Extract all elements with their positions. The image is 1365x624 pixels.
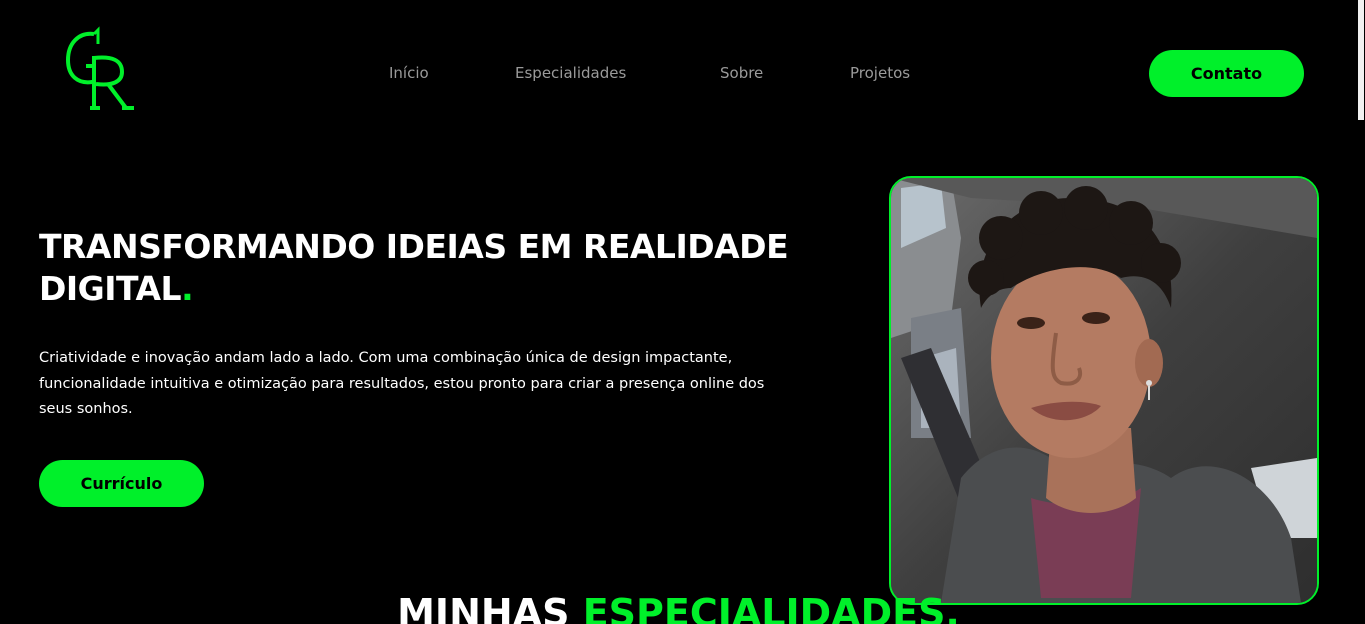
scrollbar-thumb[interactable] [1358,0,1364,120]
nav-projetos[interactable]: Projetos [850,64,910,82]
section-title-white: MINHAS [397,591,583,624]
nav-especialidades[interactable]: Especialidades [515,64,626,82]
nav-inicio[interactable]: Início [389,64,429,82]
scrollbar-track[interactable] [1357,0,1365,624]
profile-photo [889,176,1319,605]
hero-title-dot: . [181,269,194,308]
profile-photo-illustration [891,178,1317,603]
hero-title: TRANSFORMANDO IDEIAS EM REALIDADE DIGITA… [39,226,839,310]
hero-title-text: TRANSFORMANDO IDEIAS EM REALIDADE DIGITA… [39,227,789,308]
site-header: Início Especialidades Sobre Projetos Con… [0,0,1357,150]
gr-logo-icon [65,26,134,110]
curriculo-button[interactable]: Currículo [39,460,204,507]
logo[interactable] [64,26,140,112]
hero-paragraph: Criatividade e inovação andam lado a lad… [39,350,765,417]
section-title-green: ESPECIALIDADES. [582,591,960,624]
nav-sobre[interactable]: Sobre [720,64,763,82]
specialties-section-title: MINHAS ESPECIALIDADES. [0,590,1357,624]
contact-button[interactable]: Contato [1149,50,1304,97]
